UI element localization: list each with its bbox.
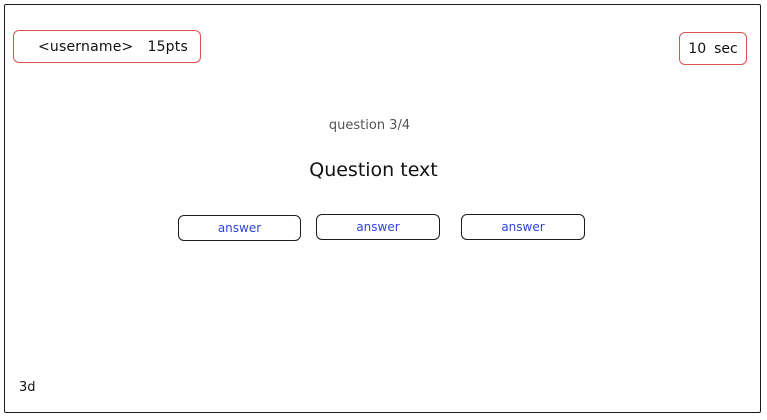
question-counter-label: question 3/4 — [328, 118, 411, 133]
question-heading: Question text — [0, 159, 767, 181]
user-score-box: <username> 15pts — [13, 30, 201, 63]
quiz-frame — [4, 4, 761, 413]
answer-button-1[interactable]: answer — [178, 215, 301, 241]
corner-note: 3d — [19, 380, 36, 395]
answer-button-2[interactable]: answer — [316, 214, 440, 240]
question-counter: question 3/4 — [0, 118, 767, 133]
timer-value: 10 — [688, 40, 707, 57]
timer-unit: sec — [714, 40, 738, 57]
question-text: Question text — [309, 159, 438, 181]
timer-box: 10 sec — [679, 32, 747, 65]
answer-button-3[interactable]: answer — [461, 214, 585, 240]
points-label: 15pts — [147, 38, 188, 55]
username-label: <username> — [38, 38, 134, 55]
